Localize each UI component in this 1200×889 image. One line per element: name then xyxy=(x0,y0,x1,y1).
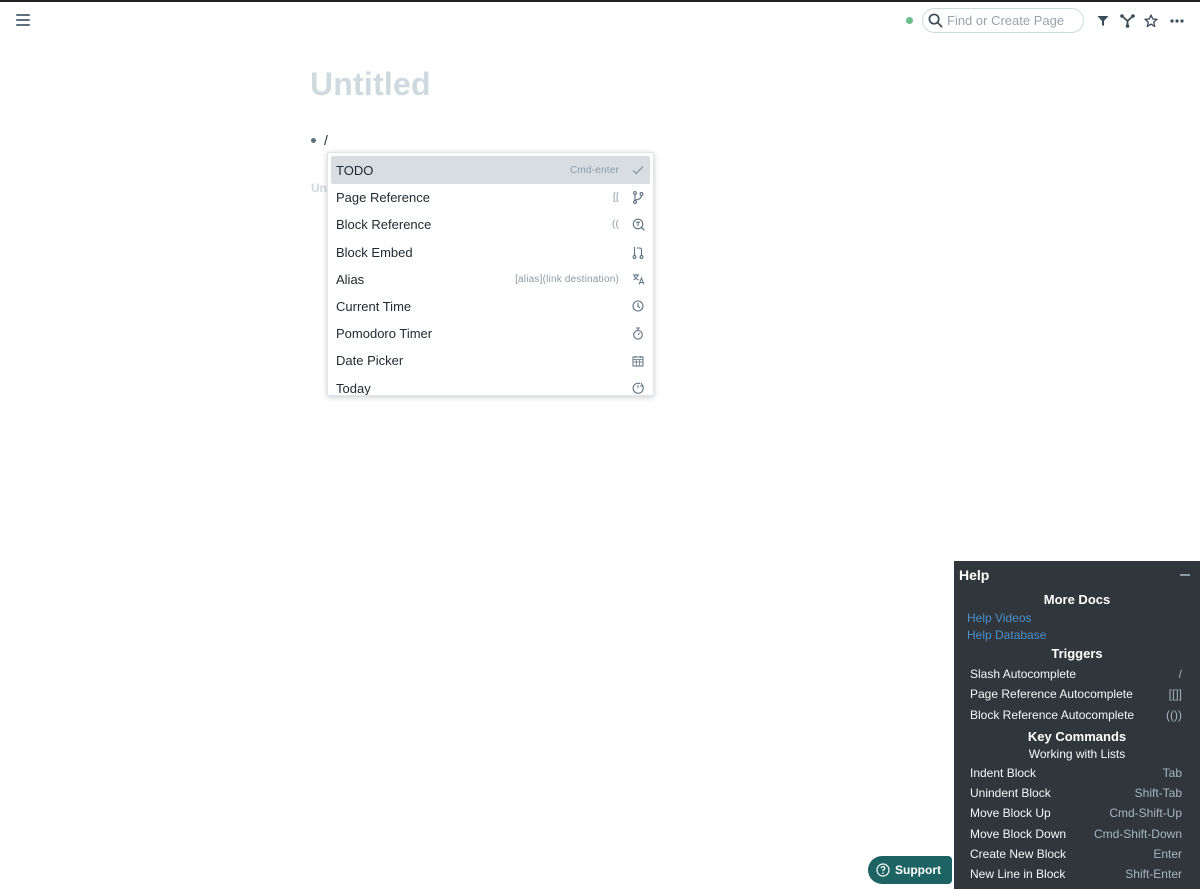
item-label: TODO xyxy=(336,162,374,178)
item-label: Current Time xyxy=(336,298,412,314)
git-pull-icon xyxy=(631,245,645,259)
hamburger-menu-icon xyxy=(16,14,30,16)
command-row: Indent Block Tab xyxy=(954,763,1200,783)
autocomplete-item-date-picker[interactable]: Date Picker xyxy=(331,347,650,374)
working-with-lists-subheading: Working with Lists xyxy=(1028,746,1126,761)
item-shortcut: (( xyxy=(611,219,619,231)
more-options-button[interactable] xyxy=(1166,10,1188,32)
clock-icon xyxy=(631,299,645,313)
triggers-list: Slash Autocomplete / Page Reference Autoc… xyxy=(954,664,1200,725)
autocomplete-item-todo[interactable]: TODO Cmd-enter xyxy=(331,156,650,184)
left-sidebar-toggle[interactable] xyxy=(14,12,32,28)
trigger-row: Page Reference Autocomplete [[]] xyxy=(954,684,1200,704)
command-key: Cmd-Shift-Up xyxy=(1109,806,1182,821)
command-label: Indent Block xyxy=(970,765,1037,780)
favorite-button[interactable] xyxy=(1140,10,1162,32)
trigger-label: Block Reference Autocomplete xyxy=(970,707,1135,722)
item-label: Today xyxy=(336,380,371,396)
search-icon xyxy=(928,13,943,28)
item-label: Block Embed xyxy=(336,244,413,260)
autocomplete-item-alias[interactable]: Alias [alias](link destination) xyxy=(331,266,650,293)
graph-icon xyxy=(1119,13,1135,28)
translate-icon xyxy=(631,272,645,286)
page-content: Untitled / Un xyxy=(310,66,910,195)
help-header: Help xyxy=(954,567,1200,583)
autocomplete-item-block-embed[interactable]: Block Embed xyxy=(331,239,650,266)
search-text-icon xyxy=(631,218,645,232)
block[interactable]: / xyxy=(310,132,328,148)
command-key: Shift-Tab xyxy=(1134,786,1182,801)
command-row: Move Block Down Cmd-Shift-Down xyxy=(954,824,1200,844)
item-shortcut: [alias](link destination) xyxy=(515,273,619,285)
item-label: Page Reference xyxy=(336,190,430,206)
autocomplete-item-today[interactable]: Today xyxy=(331,375,650,396)
autocomplete-item-page-reference[interactable]: Page Reference [[ xyxy=(331,184,650,211)
command-key: Shift-Enter xyxy=(1125,867,1182,882)
support-button[interactable]: Support xyxy=(868,856,952,884)
find-or-create-page-input[interactable] xyxy=(947,13,1077,28)
item-label: Date Picker xyxy=(336,353,404,369)
command-key: Cmd-Shift-Down xyxy=(1093,826,1182,841)
autocomplete-item-block-reference[interactable]: Block Reference (( xyxy=(331,211,650,238)
item-label: Block Reference xyxy=(336,217,432,233)
command-key: Tab xyxy=(1162,765,1182,780)
autocomplete-item-pomodoro-timer[interactable]: Pomodoro Timer xyxy=(331,320,650,347)
command-label: Move Block Up xyxy=(970,806,1051,821)
minimize-help-button[interactable] xyxy=(1180,574,1190,576)
history-icon xyxy=(631,381,645,395)
help-title: Help xyxy=(959,567,990,583)
window-top-border xyxy=(0,0,1200,2)
key-commands-heading: Key Commands xyxy=(1027,728,1127,744)
git-branch-icon xyxy=(631,191,645,205)
item-shortcut: Cmd-enter xyxy=(569,164,619,176)
filter-button[interactable] xyxy=(1092,10,1114,32)
filter-icon xyxy=(1097,15,1109,26)
star-icon xyxy=(1144,13,1158,27)
page-title[interactable]: Untitled xyxy=(310,66,910,103)
trigger-row: Slash Autocomplete / xyxy=(954,664,1200,684)
trigger-label: Slash Autocomplete xyxy=(970,667,1077,681)
help-videos-link[interactable]: Help Videos xyxy=(954,610,1200,627)
hamburger-line xyxy=(16,24,30,26)
support-label: Support xyxy=(895,863,941,877)
help-panel: Help More Docs Help Videos Help Database… xyxy=(954,561,1200,889)
check-icon xyxy=(631,163,645,177)
stopwatch-icon xyxy=(631,327,645,341)
more-icon xyxy=(1170,18,1184,23)
trigger-key: (()) xyxy=(1166,707,1182,722)
trigger-row: Block Reference Autocomplete (()) xyxy=(954,705,1200,725)
linked-references-heading: Un xyxy=(311,181,327,195)
command-label: Create New Block xyxy=(970,847,1067,862)
autocomplete-item-current-time[interactable]: Current Time xyxy=(331,293,650,320)
command-row: Move Block Up Cmd-Shift-Up xyxy=(954,803,1200,823)
topbar xyxy=(906,8,1188,33)
graph-view-button[interactable] xyxy=(1116,10,1138,32)
commands-list: Indent Block Tab Unindent Block Shift-Tab … xyxy=(954,763,1200,885)
block-text[interactable]: / xyxy=(324,132,328,148)
item-label: Alias xyxy=(336,271,365,287)
trigger-key: / xyxy=(1178,667,1182,681)
help-circle-icon xyxy=(876,863,890,877)
trigger-label: Page Reference Autocomplete xyxy=(970,687,1133,702)
command-label: Move Block Down xyxy=(970,826,1067,841)
command-row: New Line in Block Shift-Enter xyxy=(954,864,1200,884)
item-label: Pomodoro Timer xyxy=(336,326,433,342)
triggers-heading: Triggers xyxy=(1051,646,1103,661)
help-database-link[interactable]: Help Database xyxy=(954,627,1200,644)
slash-autocomplete-menu: TODO Cmd-enter Page Reference [[ Block R… xyxy=(327,152,654,396)
search-box[interactable] xyxy=(922,8,1084,33)
command-label: Unindent Block xyxy=(970,786,1051,801)
hamburger-line xyxy=(16,19,30,21)
command-row: Create New Block Enter xyxy=(954,844,1200,864)
command-row: Unindent Block Shift-Tab xyxy=(954,783,1200,803)
trigger-key: [[]] xyxy=(1168,687,1182,702)
sync-status-indicator xyxy=(906,17,913,24)
command-label: New Line in Block xyxy=(970,867,1066,882)
more-docs-heading: More Docs xyxy=(1043,592,1111,607)
command-key: Enter xyxy=(1153,847,1182,862)
block-bullet[interactable] xyxy=(311,137,316,143)
item-shortcut: [[ xyxy=(613,192,619,204)
calendar-icon xyxy=(631,354,645,368)
